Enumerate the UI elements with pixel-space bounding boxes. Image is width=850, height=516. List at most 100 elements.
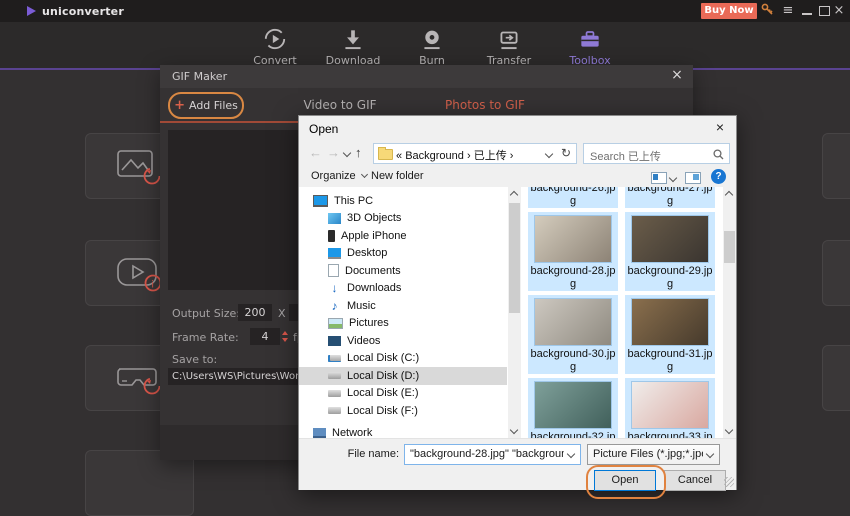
file-item[interactable]: background-33.jpg	[625, 378, 715, 438]
convert-icon	[264, 28, 286, 50]
tree-item[interactable]: Videos	[299, 332, 507, 350]
new-folder-button[interactable]: New folder	[371, 170, 424, 182]
tree-item-icon	[328, 282, 341, 294]
tree-item[interactable]: Network	[299, 425, 507, 438]
maximize-icon[interactable]	[819, 6, 830, 16]
file-item[interactable]: background-31.jpg	[625, 295, 715, 374]
tree-item-icon	[328, 264, 339, 278]
tree-item[interactable]: Desktop	[299, 245, 507, 263]
file-item[interactable]: background-28.jpg	[528, 212, 618, 291]
toolbox-tile[interactable]	[822, 133, 850, 199]
nav-tab-burn[interactable]: Burn	[393, 26, 471, 67]
nav-tab-transfer[interactable]: Transfer	[470, 26, 548, 67]
nav-tab-convert[interactable]: Convert	[236, 26, 314, 67]
tree-item-label: Music	[347, 299, 376, 312]
file-name-label: background-32.jpg	[530, 431, 616, 438]
output-size-label: Output Size:	[172, 307, 240, 320]
gif-maker-close-icon[interactable]: ×	[669, 67, 685, 83]
tab-video-to-gif[interactable]: Video to GIF	[280, 98, 400, 112]
preview-pane-icon[interactable]	[685, 172, 701, 184]
list-scrollbar[interactable]	[723, 187, 736, 438]
output-width-input[interactable]	[238, 304, 272, 321]
frame-rate-stepper[interactable]	[282, 328, 289, 345]
cancel-button[interactable]: Cancel	[664, 470, 726, 491]
tree-item-label: Desktop	[347, 247, 388, 260]
file-item[interactable]: background-29.jpg	[625, 212, 715, 291]
toolbox-tile[interactable]	[822, 345, 850, 411]
tree-item-icon	[313, 428, 326, 438]
gif-maker-title: GIF Maker	[172, 70, 228, 83]
menu-icon[interactable]: ≡	[780, 3, 796, 19]
file-item[interactable]: background-32.jpg	[528, 378, 618, 438]
file-thumbnail	[534, 381, 612, 429]
organize-menu[interactable]: Organize	[311, 170, 368, 182]
file-name-combo[interactable]: "background-28.jpg" "backgroun	[404, 444, 581, 465]
close-icon[interactable]: ×	[831, 3, 847, 19]
tree-scrollbar[interactable]	[508, 187, 521, 438]
dialog-close-icon[interactable]: ×	[712, 119, 728, 135]
file-item[interactable]: background-27.jpg	[625, 187, 715, 208]
tree-item-icon	[313, 194, 328, 207]
file-name-label: background-33.jpg	[627, 431, 713, 438]
tree-item[interactable]: Downloads	[299, 280, 507, 298]
nav-tab-toolbox[interactable]: Toolbox	[551, 26, 629, 67]
tree-item-label: Network	[332, 427, 373, 438]
plus-icon: +	[174, 98, 185, 113]
history-chevron-icon[interactable]	[342, 148, 352, 158]
file-grid: background-26.jpg background-27.jpg back…	[528, 187, 722, 438]
address-bar[interactable]: « Background › 已上传 › ↻	[373, 143, 577, 164]
forward-icon[interactable]: →	[327, 145, 340, 160]
app-titlebar: uniconverter Buy Now ≡ ×	[0, 0, 850, 22]
file-thumbnail	[631, 298, 709, 346]
register-key-icon[interactable]	[760, 2, 776, 16]
tree-item[interactable]: Local Disk (E:)	[299, 385, 507, 403]
up-icon[interactable]: ↑	[355, 145, 362, 160]
tab-photos-to-gif[interactable]: Photos to GIF	[425, 98, 545, 112]
buy-now-button[interactable]: Buy Now	[701, 3, 757, 19]
file-name-label: background-28.jpg	[530, 265, 616, 290]
tree-item[interactable]: This PC	[299, 192, 507, 210]
tree-item[interactable]: 3D Objects	[299, 210, 507, 228]
tree-item-icon	[328, 389, 341, 397]
resize-grip[interactable]	[724, 477, 734, 487]
vr-goggles-icon	[117, 368, 161, 395]
tree-item-label: Apple iPhone	[341, 229, 407, 242]
tree-item[interactable]: Local Disk (F:)	[299, 402, 507, 420]
views-dropdown-icon[interactable]	[668, 173, 678, 183]
breadcrumb[interactable]: « Background › 已上传 ›	[396, 147, 513, 163]
tree-item[interactable]: Apple iPhone	[299, 227, 507, 245]
file-thumbnail	[631, 381, 709, 429]
toolbox-tile[interactable]	[822, 240, 850, 306]
toolbox-icon	[581, 31, 599, 47]
tree-item[interactable]: Documents	[299, 262, 507, 280]
frame-rate-input[interactable]	[250, 328, 280, 345]
tree-item[interactable]: Pictures	[299, 315, 507, 333]
transfer-icon	[500, 31, 518, 50]
views-icon[interactable]	[651, 172, 667, 184]
nav-tab-download[interactable]: Download	[314, 26, 392, 67]
tree-item-icon	[328, 407, 341, 415]
video-player-icon: i	[117, 258, 162, 292]
add-files-button[interactable]: + Add Files	[168, 92, 244, 119]
help-icon[interactable]: ?	[711, 169, 726, 184]
minimize-icon[interactable]	[802, 13, 812, 15]
refresh-icon[interactable]: ↻	[561, 146, 571, 160]
tree-item[interactable]: Local Disk (C:)	[299, 350, 507, 368]
tree-item-label: 3D Objects	[347, 212, 402, 225]
tree-item-icon	[328, 372, 341, 380]
folder-tree: This PC 3D Objects Apple iPhone Desktop	[299, 192, 507, 438]
tree-item[interactable]: Music	[299, 297, 507, 315]
dialog-footer: File name: "background-28.jpg" "backgrou…	[299, 438, 736, 499]
tree-item[interactable]: Local Disk (D:)	[299, 367, 507, 385]
file-item[interactable]: background-26.jpg	[528, 187, 618, 208]
file-item[interactable]: background-30.jpg	[528, 295, 618, 374]
address-dropdown-icon[interactable]	[544, 149, 554, 159]
file-name-label: background-26.jpg	[530, 187, 616, 207]
file-name-field-label: File name:	[347, 448, 399, 460]
search-box[interactable]: Search 已上传	[583, 143, 730, 164]
file-type-combo[interactable]: Picture Files (*.jpg;*.jpeg;*.png;	[587, 444, 720, 465]
file-thumbnail	[534, 298, 612, 346]
back-icon[interactable]: ←	[309, 145, 322, 160]
download-icon	[345, 30, 361, 50]
tree-item-label: Downloads	[347, 282, 402, 295]
